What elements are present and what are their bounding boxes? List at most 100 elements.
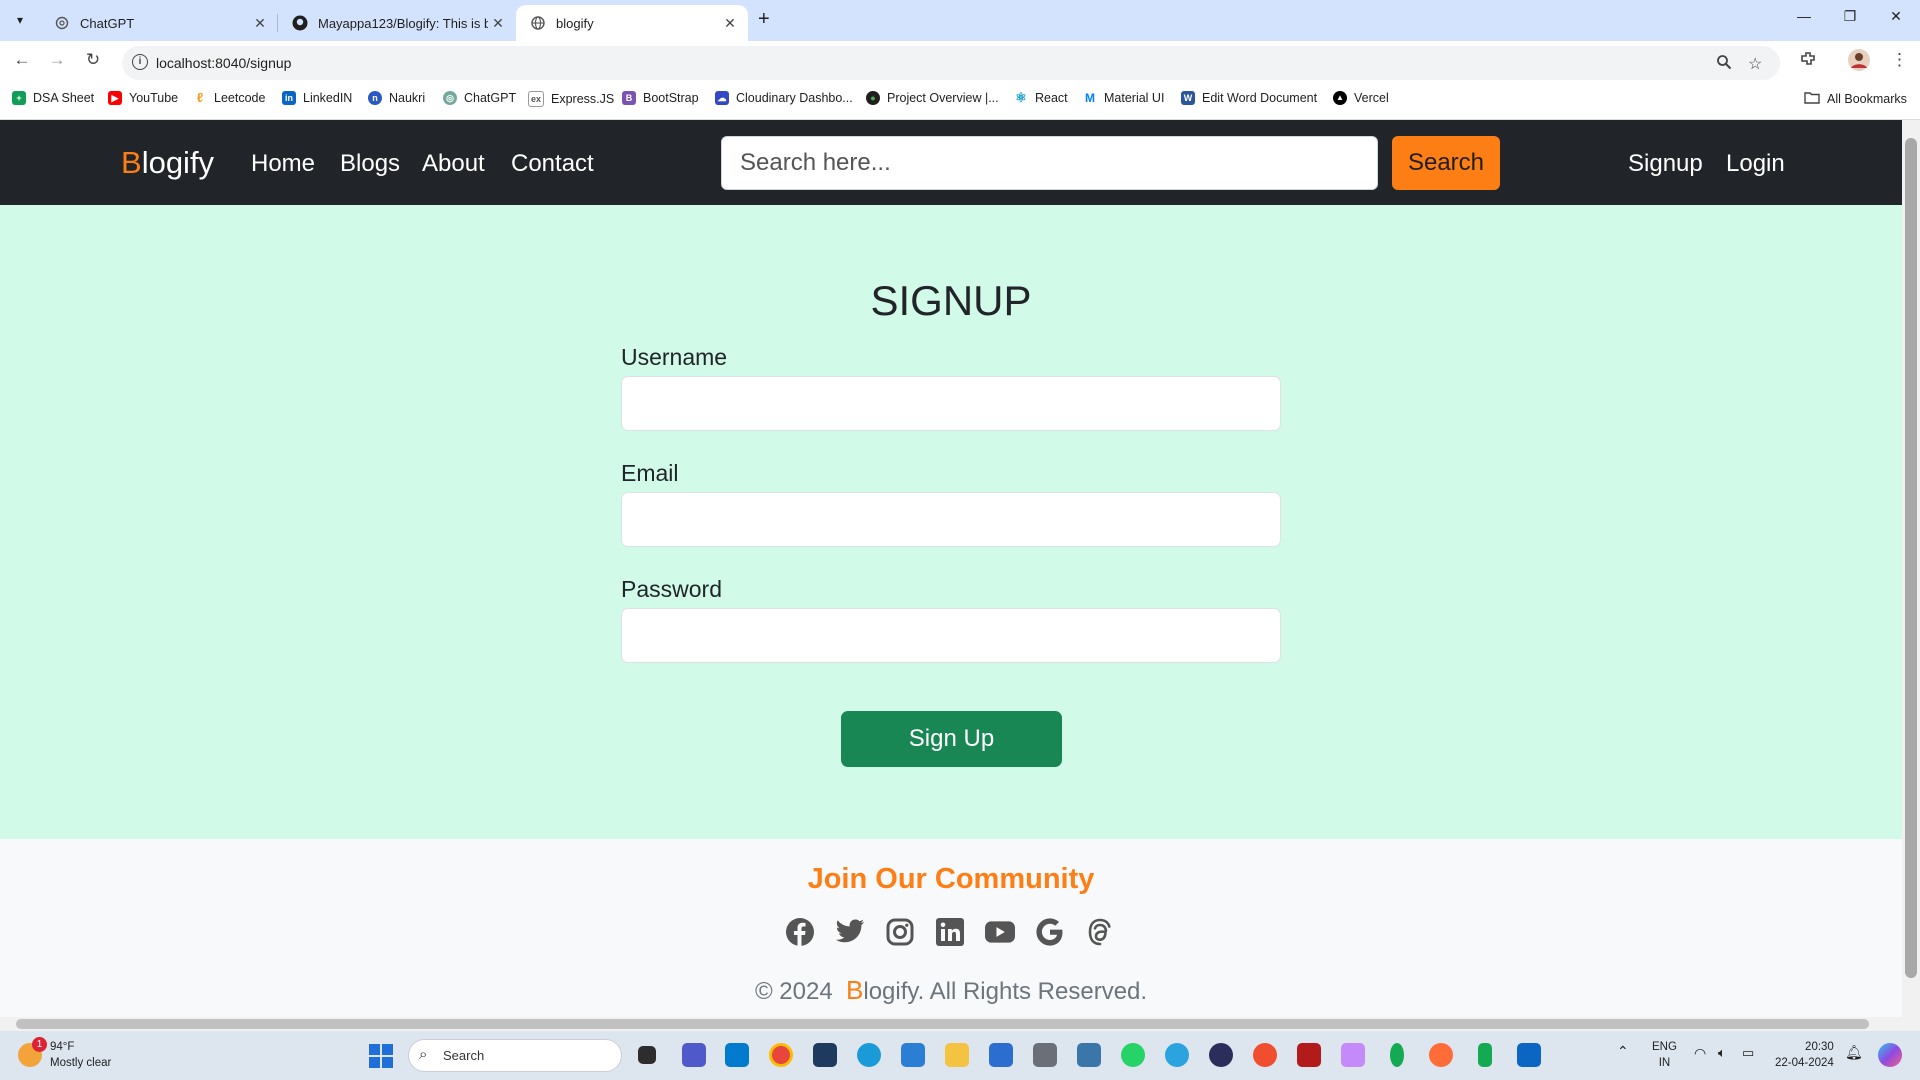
bookmark-vercel[interactable]: ▲ Vercel	[1333, 91, 1389, 105]
snipping-tool-icon[interactable]	[813, 1043, 837, 1067]
nav-link-login[interactable]: Login	[1726, 150, 1785, 178]
password-field[interactable]	[621, 608, 1281, 663]
brand-logo[interactable]: Blogify	[121, 145, 214, 181]
horizontal-scrollbar[interactable]	[0, 1017, 1920, 1031]
language-indicator[interactable]: ENG IN	[1652, 1039, 1677, 1071]
weather-temperature: 94°F	[50, 1041, 75, 1053]
python-icon[interactable]	[1077, 1043, 1101, 1067]
wifi-icon[interactable]: ◠	[1694, 1045, 1706, 1061]
bookmark-bootstrap[interactable]: B BootStrap	[622, 91, 699, 105]
chrome-icon[interactable]	[769, 1043, 793, 1067]
volume-icon[interactable]: 🔈︎	[1718, 1045, 1726, 1061]
instagram-icon[interactable]	[885, 917, 915, 947]
telegram-icon[interactable]	[1165, 1043, 1189, 1067]
notification-badge: 1	[32, 1037, 47, 1052]
nav-link-about[interactable]: About	[422, 150, 485, 178]
notification-bell-icon[interactable]: 🔔︎	[1845, 1044, 1863, 1060]
google-icon[interactable]	[1035, 917, 1065, 947]
scrollbar-thumb[interactable]	[1905, 138, 1917, 978]
restore-icon[interactable]: ❐	[1827, 8, 1873, 25]
edge-icon[interactable]	[857, 1043, 881, 1067]
bookmark-react[interactable]: ⚛ React	[1014, 91, 1067, 106]
bookmark-edit-word-document[interactable]: W Edit Word Document	[1181, 91, 1317, 105]
tab-chatgpt[interactable]: ChatGPT ✕	[40, 5, 278, 41]
minimize-icon[interactable]: —	[1781, 8, 1827, 24]
facebook-icon[interactable]	[785, 917, 815, 947]
twitter-icon[interactable]	[835, 917, 865, 947]
wps-office-icon[interactable]	[1253, 1043, 1277, 1067]
mongodb-compass-icon[interactable]	[1390, 1043, 1404, 1067]
nav-link-contact[interactable]: Contact	[511, 150, 594, 178]
new-tab-icon[interactable]: +	[758, 8, 770, 31]
postman-icon[interactable]	[1429, 1043, 1453, 1067]
clock[interactable]: 20:30 22-04-2024	[1775, 1039, 1834, 1071]
bookmark-cloudinary[interactable]: ☁ Cloudinary Dashbo...	[715, 91, 853, 105]
globe-favicon-icon	[530, 15, 546, 31]
youtube-icon[interactable]	[985, 917, 1015, 947]
scrollbar-thumb[interactable]	[16, 1019, 1869, 1029]
windows-start-icon[interactable]	[369, 1044, 393, 1068]
profile-avatar[interactable]	[1847, 48, 1871, 77]
bookmark-naukri[interactable]: n Naukri	[368, 91, 425, 105]
nav-link-home[interactable]: Home	[251, 150, 315, 178]
menu-kebab-icon[interactable]: ⋮	[1891, 50, 1908, 70]
tab-github-blogify[interactable]: Mayappa123/Blogify: This is bl ✕	[278, 5, 516, 41]
all-bookmarks-button[interactable]: All Bookmarks	[1804, 91, 1907, 107]
copilot-gem-icon[interactable]	[1341, 1043, 1365, 1067]
bookmark-material-ui[interactable]: M Material UI	[1083, 91, 1164, 105]
community-heading: Join Our Community	[807, 863, 1095, 895]
social-links	[785, 917, 1115, 947]
search-input[interactable]	[721, 136, 1378, 190]
username-label: Username	[621, 344, 728, 370]
extensions-icon[interactable]	[1799, 50, 1817, 73]
mongodb-icon[interactable]	[1478, 1043, 1492, 1067]
reload-icon[interactable]: ↻	[81, 50, 105, 70]
close-tab-icon[interactable]: ✕	[488, 15, 508, 32]
bookmark-star-icon[interactable]: ☆	[1748, 54, 1762, 74]
nav-link-signup[interactable]: Signup	[1628, 150, 1703, 178]
bookmark-expressjs[interactable]: ex Express.JS	[528, 91, 614, 107]
naukri-icon: n	[368, 91, 382, 105]
battery-icon[interactable]: ▭	[1742, 1045, 1754, 1061]
vscode-icon[interactable]	[725, 1043, 749, 1067]
close-tab-icon[interactable]: ✕	[720, 15, 740, 32]
vertical-scrollbar[interactable]	[1902, 120, 1920, 1017]
nav-link-blogs[interactable]: Blogs	[340, 150, 400, 178]
close-window-icon[interactable]: ✕	[1873, 8, 1919, 25]
bookmark-youtube[interactable]: ▶ YouTube	[108, 91, 178, 105]
bookmark-leetcode[interactable]: ℓ Leetcode	[193, 91, 266, 106]
bookmark-project-overview[interactable]: ● Project Overview |...	[866, 91, 999, 105]
sign-up-button[interactable]: Sign Up	[841, 711, 1062, 767]
bookmark-dsa-sheet[interactable]: + DSA Sheet	[12, 91, 94, 105]
site-info-icon[interactable]: i	[132, 54, 148, 70]
username-field[interactable]	[621, 376, 1281, 431]
chevron-up-icon[interactable]: ⌃	[1617, 1043, 1629, 1059]
address-bar[interactable]: i localhost:8040/signup ☆	[122, 46, 1780, 80]
linkedin-app-icon[interactable]	[1517, 1043, 1541, 1067]
mail-icon[interactable]	[901, 1043, 925, 1067]
zoom-icon[interactable]	[1716, 54, 1732, 75]
terminal-app-icon[interactable]	[1297, 1043, 1321, 1067]
linkedin-icon[interactable]	[935, 917, 965, 947]
bookmark-linkedin[interactable]: in LinkedIN	[282, 91, 352, 105]
task-view-icon[interactable]	[638, 1046, 656, 1064]
bookmark-chatgpt[interactable]: ◎ ChatGPT	[443, 91, 516, 105]
tab-search-dropdown-icon[interactable]: ▾	[8, 8, 32, 32]
file-explorer-icon[interactable]	[945, 1043, 969, 1067]
forward-icon[interactable]: →	[45, 50, 69, 70]
microsoft-store-icon[interactable]	[989, 1043, 1013, 1067]
tab-blogify[interactable]: blogify ✕	[516, 5, 748, 41]
close-tab-icon[interactable]: ✕	[250, 15, 270, 32]
copilot-icon[interactable]	[1878, 1043, 1902, 1067]
threads-icon[interactable]	[1085, 917, 1115, 947]
eclipse-icon[interactable]	[1209, 1043, 1233, 1067]
back-icon[interactable]: ←	[10, 50, 34, 70]
email-field[interactable]	[621, 492, 1281, 547]
calculator-icon[interactable]	[1033, 1043, 1057, 1067]
weather-widget[interactable]: 1 94°F Mostly clear	[18, 1037, 111, 1071]
whatsapp-icon[interactable]	[1121, 1043, 1145, 1067]
teams-icon[interactable]	[682, 1043, 706, 1067]
search-button[interactable]: Search	[1392, 136, 1500, 190]
folder-icon	[1804, 91, 1820, 107]
taskbar-search[interactable]: ⌕ Search	[408, 1039, 622, 1072]
